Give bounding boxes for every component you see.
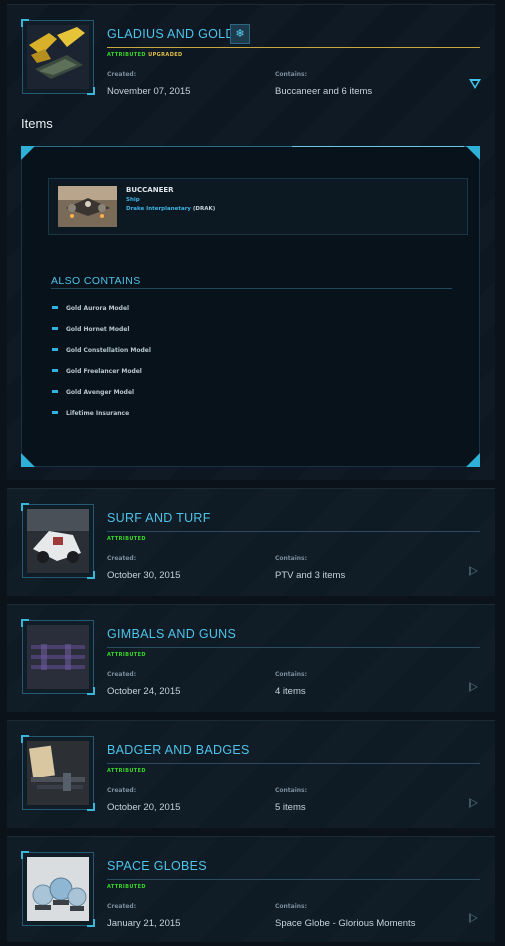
list-item-label: Lifetime Insurance: [66, 410, 130, 417]
contains-value: Space Globe - Glorious Moments: [275, 918, 416, 929]
space-globes-image: [27, 857, 89, 921]
created-label: Created:: [107, 555, 137, 562]
expand-arrow-icon[interactable]: [469, 566, 478, 576]
list-item-label: Gold Avenger Model: [66, 389, 135, 396]
corner-decoration: [466, 453, 480, 467]
created-date: November 07, 2015: [107, 86, 191, 97]
list-item: Gold Constellation Model: [52, 347, 151, 354]
created-label: Created:: [107, 671, 137, 678]
created-label: Created:: [107, 71, 137, 78]
list-item: Gold Avenger Model: [52, 389, 134, 396]
list-item: Gold Hornet Model: [52, 326, 129, 333]
contains-label: Contains:: [275, 71, 308, 78]
status-badge: ATTRIBUTED UPGRADED: [107, 52, 183, 58]
ship-manufacturer: Drake Interplanetary (DRAK): [126, 206, 215, 212]
also-contains-heading: ALSO CONTAINS: [51, 275, 141, 287]
pledge-thumbnail[interactable]: [21, 735, 95, 811]
title-divider: [107, 647, 480, 648]
status-attributed: ATTRIBUTED: [107, 52, 146, 58]
items-heading: Items: [21, 116, 53, 131]
pledge-card-surf-and-turf[interactable]: SURF AND TURF ATTRIBUTED Created: Contai…: [7, 488, 495, 596]
contains-label: Contains:: [275, 787, 308, 794]
pledge-title[interactable]: BADGER AND BADGES: [107, 743, 250, 757]
status-badge: ATTRIBUTED: [107, 652, 146, 658]
manufacturer-code: (DRAK): [192, 206, 216, 212]
collapse-toggle-icon[interactable]: [469, 79, 481, 89]
pledge-card-badger-and-badges[interactable]: BADGER AND BADGES ATTRIBUTED Created: Co…: [7, 720, 495, 828]
list-item: Gold Aurora Model: [52, 305, 129, 312]
status-badge: ATTRIBUTED: [107, 536, 146, 542]
bullet-icon: [52, 306, 58, 309]
pledge-title[interactable]: SPACE GLOBES: [107, 859, 207, 873]
buccaneer-ship-image: [58, 186, 117, 227]
bullet-icon: [52, 411, 58, 414]
created-date: October 20, 2015: [107, 802, 181, 813]
bullet-icon: [52, 369, 58, 372]
snowflake-icon: ❄: [230, 24, 250, 44]
ship-type: Ship: [126, 197, 140, 203]
created-label: Created:: [107, 903, 137, 910]
list-item-label: Gold Hornet Model: [66, 326, 130, 333]
created-date: October 30, 2015: [107, 570, 181, 581]
list-item: Gold Freelancer Model: [52, 368, 142, 375]
created-label: Created:: [107, 787, 137, 794]
pledge-card-gimbals-and-guns[interactable]: GIMBALS AND GUNS ATTRIBUTED Created: Con…: [7, 604, 495, 712]
status-badge: ATTRIBUTED: [107, 768, 146, 774]
pledge-card-space-globes[interactable]: SPACE GLOBES ATTRIBUTED Created: Contain…: [7, 836, 495, 942]
title-divider: [107, 879, 480, 880]
contains-value: Buccaneer and 6 items: [275, 86, 373, 97]
list-item: Lifetime Insurance: [52, 410, 129, 417]
contains-value: 5 items: [275, 802, 306, 813]
title-divider: [107, 763, 480, 764]
pledge-thumbnail[interactable]: [21, 503, 95, 579]
ship-name: BUCCANEER: [126, 186, 174, 194]
pledge-list-page: { "pledges": [ { "title": "GLADIUS AND G…: [0, 0, 505, 946]
pledge-thumbnail[interactable]: [21, 19, 95, 95]
gold-ship-models-image: [27, 25, 89, 89]
pledge-thumbnail[interactable]: [21, 851, 95, 927]
bullet-icon: [52, 327, 58, 330]
manufacturer-name[interactable]: Drake Interplanetary: [126, 206, 191, 212]
bullet-icon: [52, 348, 58, 351]
pledge-title[interactable]: SURF AND TURF: [107, 511, 211, 525]
corner-decoration: [21, 453, 35, 467]
list-item-label: Gold Freelancer Model: [66, 368, 142, 375]
pledge-title[interactable]: GLADIUS AND GOLD: [107, 27, 235, 41]
contains-label: Contains:: [275, 903, 308, 910]
expand-arrow-icon[interactable]: [469, 798, 478, 808]
pledge-title[interactable]: GIMBALS AND GUNS: [107, 627, 236, 641]
list-item-label: Gold Aurora Model: [66, 305, 130, 312]
contains-value: 4 items: [275, 686, 306, 697]
pledge-thumbnail[interactable]: [21, 619, 95, 695]
list-item-label: Gold Constellation Model: [66, 347, 151, 354]
ptv-vehicle-image: [27, 509, 89, 573]
title-divider: [107, 531, 480, 532]
ship-item-card[interactable]: BUCCANEER Ship Drake Interplanetary (DRA…: [48, 178, 468, 235]
status-upgraded: UPGRADED: [148, 52, 183, 58]
contains-label: Contains:: [275, 671, 308, 678]
expand-arrow-icon[interactable]: [469, 682, 478, 692]
gimbal-weapons-image: [27, 625, 89, 689]
expand-arrow-icon[interactable]: [469, 913, 478, 923]
bullet-icon: [52, 390, 58, 393]
created-date: October 24, 2015: [107, 686, 181, 697]
corner-decoration: [466, 146, 480, 160]
contains-label: Contains:: [275, 555, 308, 562]
status-badge: ATTRIBUTED: [107, 884, 146, 890]
panel-top-highlight: [292, 146, 464, 147]
also-contains-divider: [51, 288, 452, 289]
title-divider: [107, 47, 480, 48]
items-panel: BUCCANEER Ship Drake Interplanetary (DRA…: [21, 146, 480, 467]
pledge-card-gladius-and-gold[interactable]: GLADIUS AND GOLD ❄ ATTRIBUTED UPGRADED C…: [7, 4, 495, 480]
created-date: January 21, 2015: [107, 918, 181, 929]
contains-value: PTV and 3 items: [275, 570, 346, 581]
corner-decoration: [21, 146, 35, 160]
badger-weapon-image: [27, 741, 89, 805]
